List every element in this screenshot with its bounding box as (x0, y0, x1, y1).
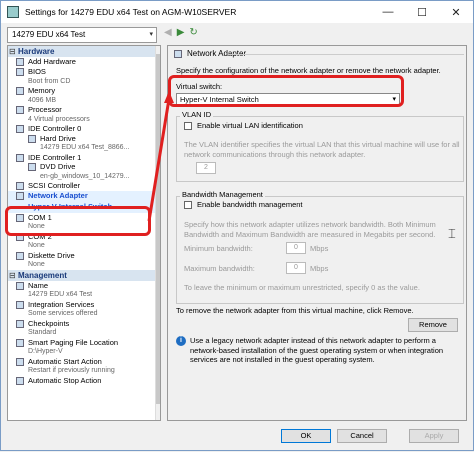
mouse-cursor-icon: ⌶ (448, 226, 456, 241)
arrow-head (164, 91, 174, 103)
arrow-line (147, 98, 171, 222)
highlight-arrow (147, 91, 174, 222)
settings-window: Settings for 14279 EDU x64 Test on AGM-W… (0, 0, 474, 451)
